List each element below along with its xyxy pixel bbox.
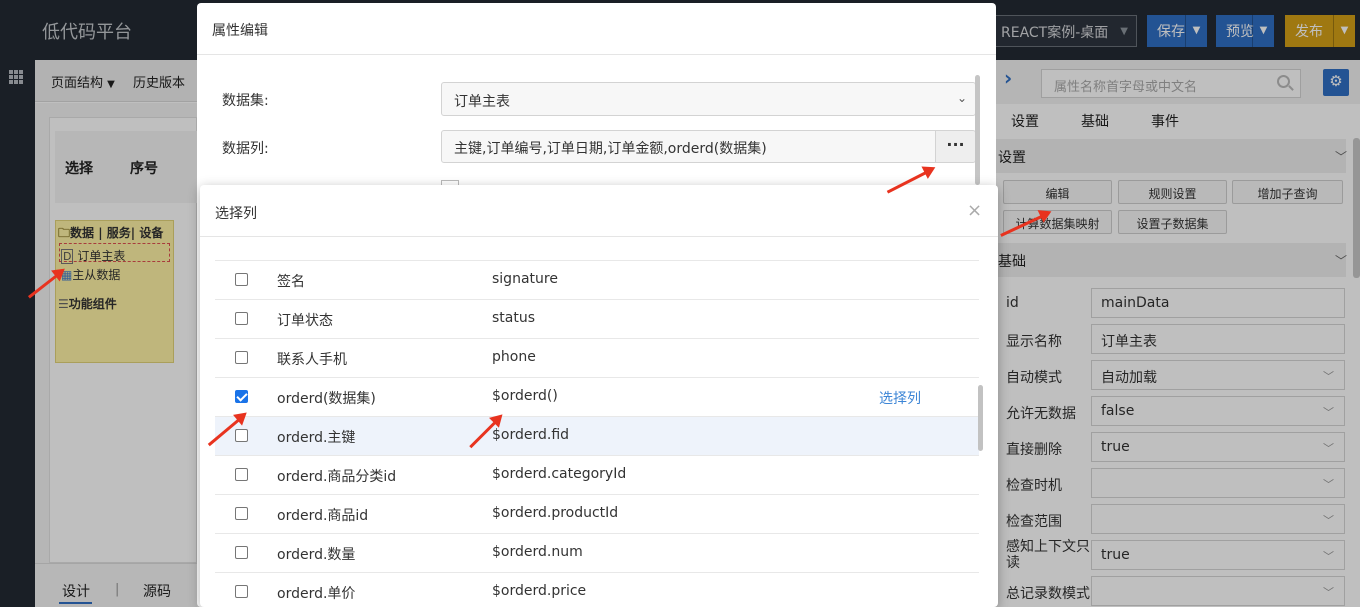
select-columns-dialog-title: 选择列: [215, 206, 257, 222]
column-name: 联系人手机: [277, 352, 347, 368]
column-field: $orderd.categoryId: [492, 466, 627, 482]
list-item[interactable]: orderd.单价 $orderd.price: [215, 572, 979, 607]
columns-field[interactable]: 主键,订单编号,订单日期,订单金额,orderd(数据集): [441, 130, 936, 163]
row-checkbox[interactable]: [235, 312, 248, 325]
column-name: orderd.单价: [277, 586, 356, 602]
list-item[interactable]: orderd.商品id $orderd.productId: [215, 494, 979, 533]
column-name: orderd.主键: [277, 430, 356, 446]
column-name: 签名: [277, 274, 305, 290]
column-field: signature: [492, 271, 558, 287]
row-checkbox[interactable]: [235, 546, 248, 559]
column-name: orderd.数量: [277, 547, 356, 563]
column-name: orderd(数据集): [277, 391, 376, 407]
list-item[interactable]: orderd.主键 $orderd.fid: [215, 416, 979, 455]
row-checkbox[interactable]: [235, 390, 248, 403]
list-item[interactable]: 签名 signature: [215, 260, 979, 299]
list-item[interactable]: 订单状态 status: [215, 299, 979, 338]
select-columns-link[interactable]: 选择列: [879, 388, 921, 408]
chevron-down-icon: ⌄: [956, 91, 967, 105]
list-item[interactable]: 联系人手机 phone: [215, 338, 979, 377]
row-checkbox[interactable]: [235, 351, 248, 364]
dataset-select[interactable]: 订单主表 ⌄: [441, 82, 976, 116]
column-field: status: [492, 310, 536, 326]
row-checkbox[interactable]: [235, 468, 248, 481]
list-item[interactable]: orderd.商品分类id $orderd.categoryId: [215, 455, 979, 494]
row-checkbox[interactable]: [235, 429, 248, 442]
column-field: $orderd.num: [492, 544, 583, 560]
column-name: 订单状态: [277, 313, 333, 329]
column-field: phone: [492, 349, 536, 365]
list-item[interactable]: orderd(数据集) $orderd() 选择列: [215, 377, 979, 416]
property-edit-dialog-title: 属性编辑: [212, 23, 268, 39]
row-checkbox[interactable]: [235, 585, 248, 598]
column-field: $orderd(): [492, 388, 558, 404]
row-checkbox[interactable]: [235, 507, 248, 520]
column-list-scrollbar[interactable]: [978, 385, 983, 451]
more-button[interactable]: ···: [935, 130, 976, 163]
select-columns-dialog-header: [200, 185, 998, 237]
dataset-label: 数据集:: [222, 93, 269, 109]
column-field: $orderd.productId: [492, 505, 619, 521]
row-checkbox[interactable]: [235, 273, 248, 286]
close-icon[interactable]: ×: [967, 200, 982, 221]
dataset-select-value: 订单主表: [454, 94, 510, 110]
column-field: $orderd.price: [492, 583, 587, 599]
property-edit-dialog-header: [197, 3, 996, 55]
column-name: orderd.商品分类id: [277, 469, 397, 485]
list-item[interactable]: orderd.数量 $orderd.num: [215, 533, 979, 572]
column-name: orderd.商品id: [277, 508, 369, 524]
column-field: $orderd.fid: [492, 427, 570, 443]
columns-label: 数据列:: [222, 141, 269, 157]
dialog-scrollbar[interactable]: [975, 75, 980, 185]
